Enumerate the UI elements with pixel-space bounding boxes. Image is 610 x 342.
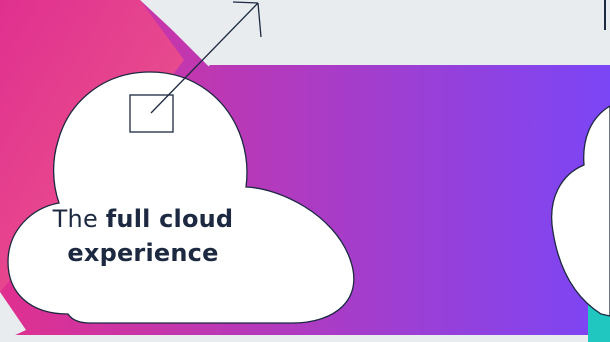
cloud-banner: The full cloud experience — [0, 0, 610, 342]
caption-line-1: The full cloud — [28, 202, 258, 236]
left-cloud-caption: The full cloud experience — [28, 202, 258, 270]
banner-illustration — [0, 0, 610, 342]
caption-prefix: The — [52, 205, 98, 233]
caption-bold-line-2: experience — [67, 239, 219, 267]
caption-bold-line-1: full cloud — [105, 205, 234, 233]
